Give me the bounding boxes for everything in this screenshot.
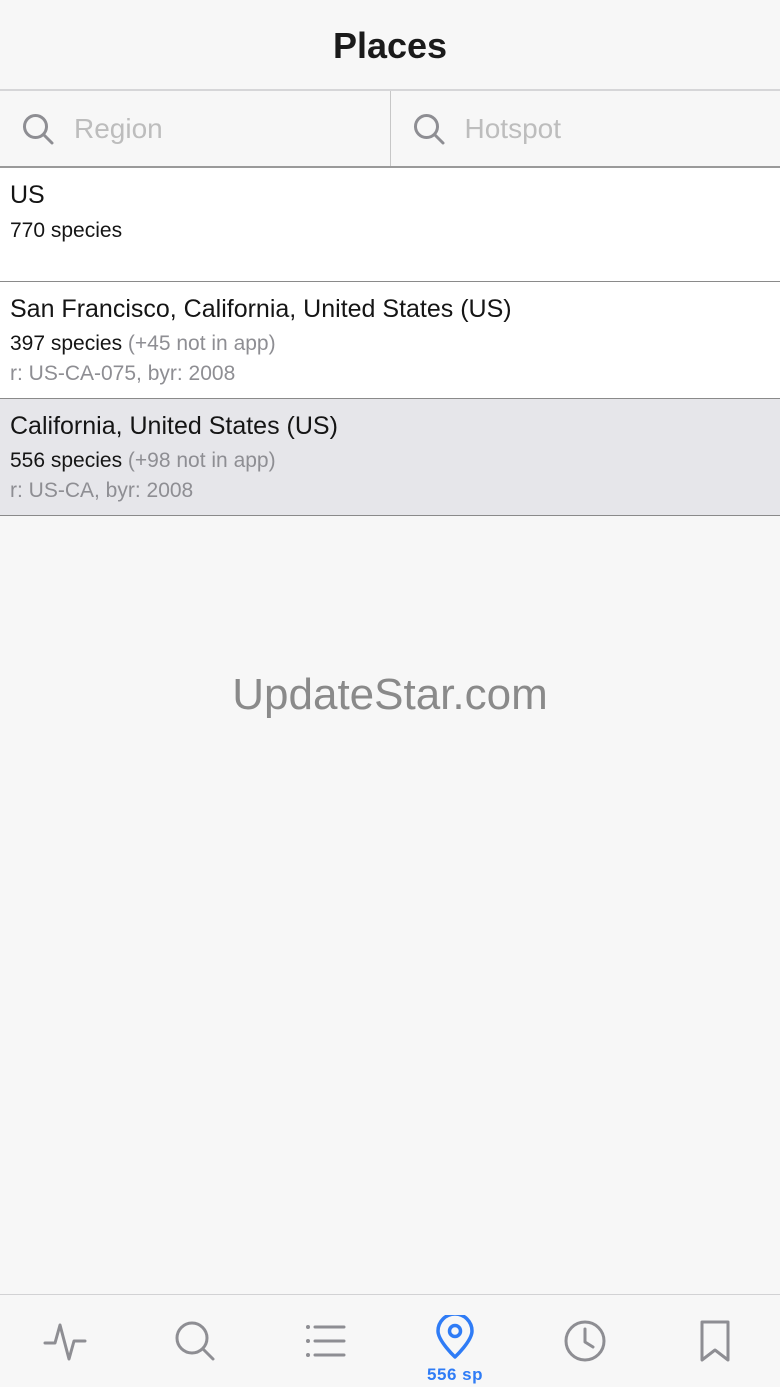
places-list: US 770 species San Francisco, California…	[0, 168, 780, 516]
tab-bar: 556 sp	[0, 1294, 780, 1387]
place-not-in-app-count: (+45 not in app)	[122, 332, 276, 355]
list-item-place-selected[interactable]: California, United States (US) 556 speci…	[0, 399, 780, 516]
page-title: Places	[332, 24, 448, 66]
location-pin-icon	[436, 1315, 474, 1359]
bookmark-icon	[700, 1320, 730, 1362]
place-title: San Francisco, California, United States…	[10, 295, 512, 323]
place-title: California, United States (US)	[10, 412, 338, 440]
region-species-count: 770 species	[10, 219, 123, 242]
list-item-place[interactable]: San Francisco, California, United States…	[0, 282, 780, 399]
activity-icon	[43, 1323, 87, 1361]
place-not-in-app-count: (+98 not in app)	[122, 449, 276, 472]
list-item-region[interactable]: US 770 species	[0, 168, 780, 282]
tab-activity[interactable]	[0, 1295, 130, 1387]
region-search-input[interactable]	[74, 112, 334, 145]
search-bar-row	[0, 91, 780, 168]
watermark-text: UpdateStar.com	[232, 670, 548, 719]
place-species-line: 556 species (+98 not in app)	[10, 449, 276, 473]
tab-places[interactable]: 556 sp	[390, 1295, 520, 1387]
place-region-code: r: US-CA-075, byr: 2008	[10, 362, 236, 385]
tab-history[interactable]	[520, 1295, 650, 1387]
place-region-code: r: US-CA, byr: 2008	[10, 479, 194, 502]
place-species-line: 397 species (+45 not in app)	[10, 332, 276, 356]
navigation-bar: Places	[0, 0, 780, 91]
clock-icon	[564, 1320, 606, 1362]
place-species-count: 397 species	[10, 332, 123, 355]
hotspot-search-field[interactable]	[389, 91, 780, 166]
search-icon	[23, 113, 54, 144]
tab-list[interactable]	[260, 1295, 390, 1387]
tab-bookmarks[interactable]	[650, 1295, 780, 1387]
tab-search[interactable]	[130, 1295, 260, 1387]
list-icon	[306, 1325, 346, 1357]
search-icon	[413, 113, 444, 144]
region-search-field[interactable]	[0, 91, 390, 166]
place-species-count: 556 species	[10, 449, 123, 472]
search-icon	[175, 1321, 215, 1361]
hotspot-search-input[interactable]	[464, 112, 725, 145]
region-title: US	[10, 181, 45, 209]
tab-places-label: 556 sp	[427, 1365, 483, 1384]
